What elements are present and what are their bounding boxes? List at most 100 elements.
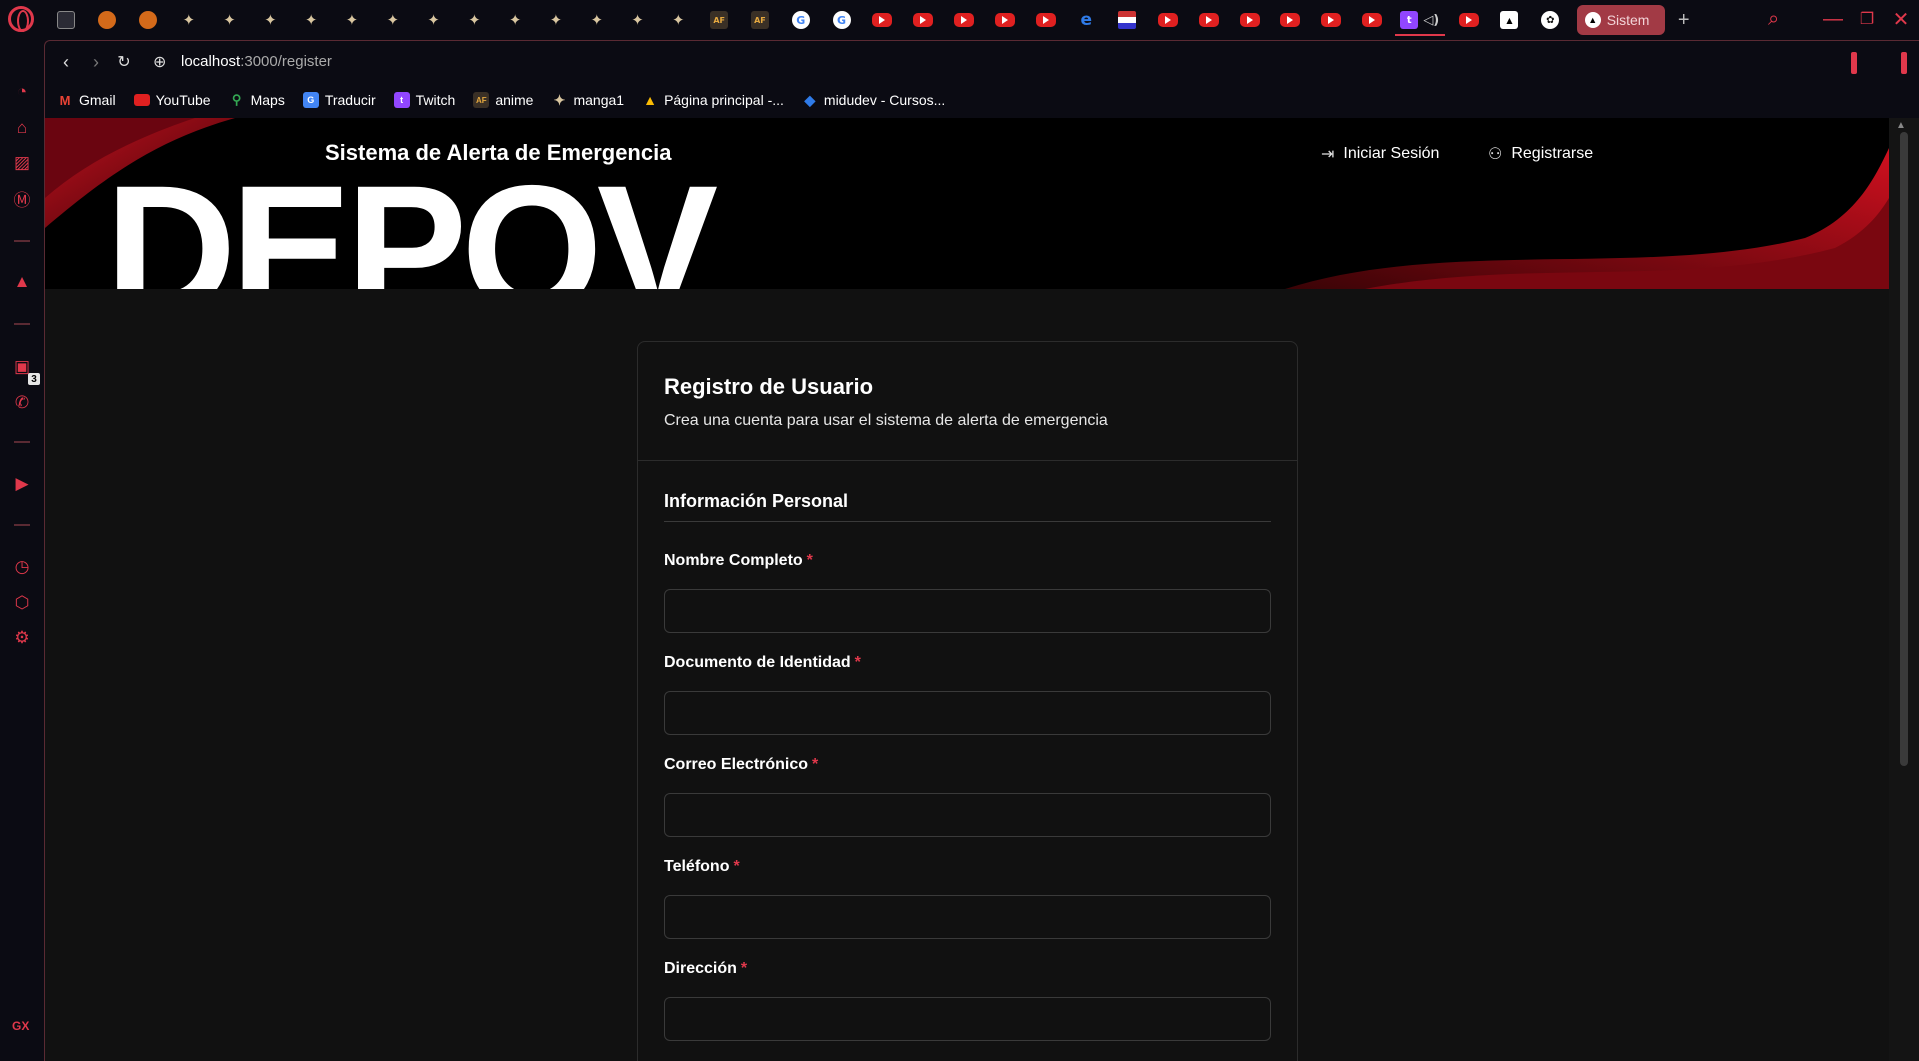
tab[interactable] — [46, 0, 87, 40]
speaker-icon[interactable]: ◁) — [1422, 11, 1440, 29]
tab[interactable] — [944, 0, 985, 40]
google-icon: G — [832, 11, 851, 29]
bookmark-maps[interactable]: ⚲ Maps — [229, 92, 285, 108]
restore-button[interactable]: ❐ — [1852, 4, 1882, 34]
bookmark-traducir[interactable]: G Traducir — [302, 92, 376, 108]
reload-icon[interactable]: ↻ — [113, 51, 135, 73]
gx-control-icon[interactable]: ◔ — [10, 80, 34, 104]
midudev-icon: ◆ — [804, 91, 816, 108]
tab[interactable] — [862, 0, 903, 40]
bookmark-youtube[interactable]: YouTube — [133, 92, 211, 108]
cat-icon: ✦ — [672, 11, 685, 29]
minimize-button[interactable]: — — [1818, 4, 1848, 34]
settings-icon[interactable]: ⚙ — [10, 626, 34, 650]
bookmark-label: Maps — [250, 92, 285, 108]
tab[interactable] — [1352, 0, 1393, 40]
tab[interactable]: ✦ — [168, 0, 209, 40]
tab[interactable] — [1270, 0, 1311, 40]
tab[interactable]: ✦ — [454, 0, 495, 40]
tab[interactable]: e — [1066, 0, 1107, 40]
extensions-icon[interactable]: ⬡ — [10, 591, 34, 615]
tab[interactable]: ✦ — [209, 0, 250, 40]
address-input[interactable] — [664, 997, 1271, 1041]
id-document-input[interactable] — [664, 691, 1271, 735]
gx-corner-icon[interactable]: ⌂ — [10, 116, 34, 140]
tab-twitch-playing[interactable]: t ◁) — [1392, 0, 1448, 40]
bookmark-anime[interactable]: AF anime — [473, 92, 533, 108]
new-tab-button[interactable]: + — [1669, 5, 1699, 35]
tab[interactable] — [87, 0, 128, 40]
openai-icon: ✿ — [1541, 11, 1560, 29]
tab[interactable]: ✦ — [658, 0, 699, 40]
gmail-icon: M — [59, 92, 71, 108]
register-link[interactable]: ⚇ Registrarse — [1488, 144, 1593, 164]
page-scrollbar[interactable]: ▲ — [1889, 118, 1919, 1061]
tab[interactable] — [1107, 0, 1148, 40]
sidebar-divider — [14, 240, 30, 242]
youtube-icon — [1239, 13, 1260, 27]
youtube-icon — [994, 13, 1015, 27]
tab[interactable]: AF — [699, 0, 740, 40]
back-icon[interactable]: ‹ — [55, 51, 77, 73]
tab[interactable]: ✦ — [250, 0, 291, 40]
scroll-thumb[interactable] — [1900, 132, 1908, 766]
history-icon[interactable]: ◷ — [10, 555, 34, 579]
easy-setup-icon[interactable] — [1851, 52, 1857, 74]
wallpaper-icon[interactable]: ▨ — [10, 151, 34, 175]
bookmark-midudev[interactable]: ◆ midudev - Cursos... — [802, 91, 946, 109]
opera-menu-icon[interactable] — [8, 6, 34, 32]
bookmark-manga1[interactable]: ✦ manga1 — [551, 92, 624, 109]
tab[interactable]: ✦ — [495, 0, 536, 40]
tab[interactable]: ▲ — [1489, 0, 1530, 40]
mods-icon[interactable]: Ⓜ — [10, 186, 34, 210]
tab[interactable] — [903, 0, 944, 40]
tab[interactable] — [1188, 0, 1229, 40]
tab[interactable]: ✿ — [1530, 0, 1571, 40]
cat-icon: ✦ — [345, 11, 359, 29]
sidebar-toggle-icon[interactable] — [1901, 52, 1907, 74]
tab[interactable]: G — [821, 0, 862, 40]
tab[interactable] — [128, 0, 169, 40]
aria-icon[interactable]: ▲ — [10, 270, 34, 294]
tab[interactable]: ✦ — [536, 0, 577, 40]
tab[interactable]: ✦ — [291, 0, 332, 40]
cat-icon: ✦ — [468, 11, 481, 29]
tab[interactable] — [1229, 0, 1270, 40]
tab[interactable] — [984, 0, 1025, 40]
whatsapp-icon[interactable]: ✆ — [10, 391, 34, 415]
tab[interactable]: ✦ — [332, 0, 373, 40]
close-window-button[interactable]: ✕ — [1886, 4, 1916, 34]
email-input[interactable] — [664, 793, 1271, 837]
tab[interactable]: AF — [740, 0, 781, 40]
tab-current[interactable]: ▲ Sistem — [1576, 5, 1665, 35]
tab[interactable]: ✦ — [413, 0, 454, 40]
url-field[interactable]: localhost:3000/register — [181, 53, 332, 70]
bookmark-twitch[interactable]: t Twitch — [393, 92, 455, 108]
tab[interactable]: ✦ — [617, 0, 658, 40]
url-host: localhost — [181, 53, 241, 70]
tab[interactable]: ✦ — [372, 0, 413, 40]
label-text: Nombre Completo — [664, 552, 803, 569]
twitch-icon: t — [1400, 11, 1419, 29]
bookmark-gmail[interactable]: M Gmail — [57, 92, 116, 108]
scroll-up-icon[interactable]: ▲ — [1896, 120, 1906, 131]
site-logo[interactable]: DEPOV — [105, 158, 718, 289]
tab[interactable] — [1148, 0, 1189, 40]
tab[interactable] — [1025, 0, 1066, 40]
phone-input[interactable] — [664, 895, 1271, 939]
youtube-icon — [1035, 13, 1056, 27]
bookmark-drive[interactable]: ▲ Página principal -... — [642, 92, 784, 108]
site-info-icon[interactable]: ⊕ — [153, 52, 166, 72]
twitch-badge: 3 — [28, 373, 40, 385]
login-link[interactable]: ⇥ Iniciar Sesión — [1321, 144, 1439, 164]
tab[interactable] — [1311, 0, 1352, 40]
form-title: Registro de Usuario — [664, 374, 874, 399]
tab[interactable]: ✦ — [576, 0, 617, 40]
forward-icon[interactable]: › — [85, 51, 107, 73]
player-icon[interactable]: ▶ — [10, 472, 34, 496]
tab-search-icon[interactable]: ⌕ — [1768, 8, 1779, 31]
tab[interactable]: G — [780, 0, 821, 40]
tab[interactable] — [1448, 0, 1489, 40]
cat-icon: ✦ — [182, 11, 196, 29]
full-name-input[interactable] — [664, 589, 1271, 633]
